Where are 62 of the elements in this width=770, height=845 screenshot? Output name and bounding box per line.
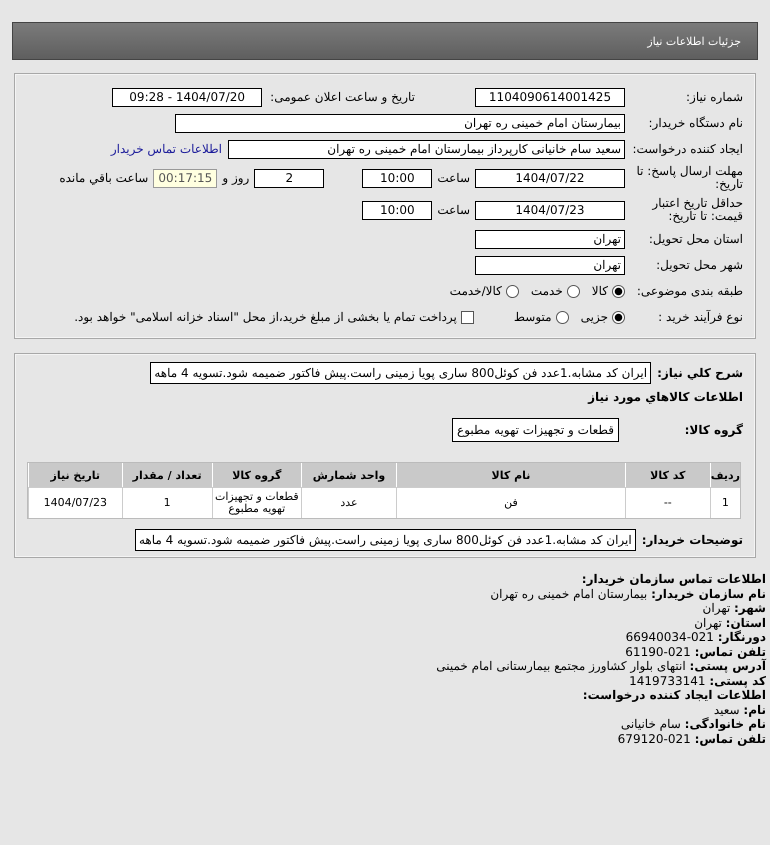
- column-header: کد کالا: [624, 463, 710, 487]
- checkbox[interactable]: [460, 310, 474, 324]
- field-label: مهلت ارسال پاسخ: تا تاریخ:: [635, 165, 743, 191]
- time-field: 10:00: [362, 168, 432, 188]
- contact-heading: اطلاعات ایجاد کننده درخواست:: [582, 688, 766, 702]
- table-cell: 1: [122, 487, 212, 518]
- column-header: واحد شمارش: [300, 463, 396, 487]
- column-header: ردیف: [710, 463, 740, 487]
- contact-line: نام سازمان خریدار: بیمارستان امام خمینی ره تهران: [489, 586, 766, 601]
- radio-button[interactable]: [612, 284, 625, 298]
- field-label: شرح کلي نیاز:: [657, 366, 743, 380]
- time-field: 10:00: [362, 200, 432, 220]
- contact-link[interactable]: اطلاعات تماس خریدار: [110, 142, 222, 156]
- radio-button[interactable]: [566, 284, 580, 298]
- column-header: نام کالا: [396, 463, 625, 487]
- contact-heading: اطلاعات تماس سازمان خریدار:: [580, 572, 766, 586]
- field-label: طبقه بندی موضوعی:: [636, 284, 743, 298]
- days-field: 2: [254, 168, 324, 188]
- field-label: توضیحات خریدار:: [642, 533, 743, 547]
- field-label: گروه کالا:: [684, 423, 743, 437]
- contact-line: استان: تهران: [693, 616, 766, 630]
- contact-line: شهر: تهران: [702, 601, 766, 616]
- field-label: تاریخ و ساعت اعلان عمومی:: [270, 90, 415, 104]
- field-label: ایجاد کننده درخواست:: [631, 142, 743, 156]
- contact-line: نام: سعید: [712, 702, 766, 717]
- field-label: ساعت: [437, 171, 470, 185]
- radio-button[interactable]: [506, 284, 519, 298]
- field-label: نام دستگاه خریدار:: [648, 116, 743, 130]
- date-field: 1404/07/23: [475, 200, 625, 220]
- radio-button[interactable]: [556, 310, 569, 324]
- table-cell: 1404/07/23: [28, 487, 122, 518]
- table-cell: فن: [396, 487, 625, 518]
- page-title: جزئیات اطلاعات نیاز: [647, 34, 741, 48]
- field-label: استان محل تحویل:: [648, 232, 743, 246]
- column-header: تعداد / مقدار: [122, 463, 212, 487]
- description-field: ایران کد مشابه.1عدد فن کوئل800 ساری پویا زمینی راست.پیش فاکتور ضمیمه شود.تسویه 4 ماهه: [150, 362, 652, 384]
- option-label: جزیی: [580, 310, 608, 324]
- table-cell: قطعات و تجهیزات تهویه مطبوع: [212, 487, 301, 518]
- option-label: کالا: [592, 284, 608, 298]
- checkbox-label: پرداخت تمام یا بخشی از مبلغ خرید،از محل "اسناد خزانه اسلامی" خواهد بود.: [74, 310, 457, 324]
- option-label: متوسط: [514, 310, 552, 324]
- field-label: روز و: [222, 171, 250, 185]
- field-label: ساعت: [437, 203, 470, 217]
- column-header: تاریخ نیاز: [28, 463, 122, 487]
- field-label: شهر محل تحویل:: [655, 258, 743, 272]
- option-label: خدمت: [530, 284, 563, 298]
- table-cell: عدد: [300, 487, 396, 518]
- field-label: نوع فرآیند خرید :: [657, 310, 743, 324]
- description-field: ایران کد مشابه.1عدد فن کوئل800 ساری پویا زمینی راست.پیش فاکتور ضمیمه شود.تسویه 4 ماهه: [134, 529, 636, 551]
- section-heading: اطلاعات کالاهاي مورد نیاز: [586, 390, 743, 404]
- option-label: کالا/خدمت: [450, 284, 502, 298]
- table-cell: --: [624, 487, 710, 518]
- field-label: ساعت باقي مانده: [59, 171, 148, 185]
- column-header: گروه کالا: [212, 463, 301, 487]
- field-label: حداقل تاریخ اعتبار قیمت: تا تاریخ:: [650, 197, 743, 223]
- date-field: 1404/07/22: [475, 168, 625, 188]
- contact-line: نام خانوادگی: سام خانیانی: [620, 717, 766, 732]
- radio-button[interactable]: [612, 310, 625, 324]
- contact-line: آدرس پستی: انتهای بلوار کشاورز مجتمع بیمارستانی امام خمینی: [435, 659, 766, 674]
- field-label: شماره نیاز:: [685, 90, 743, 104]
- countdown-field: 00:17:15: [153, 168, 218, 188]
- table-cell: 1: [710, 487, 740, 518]
